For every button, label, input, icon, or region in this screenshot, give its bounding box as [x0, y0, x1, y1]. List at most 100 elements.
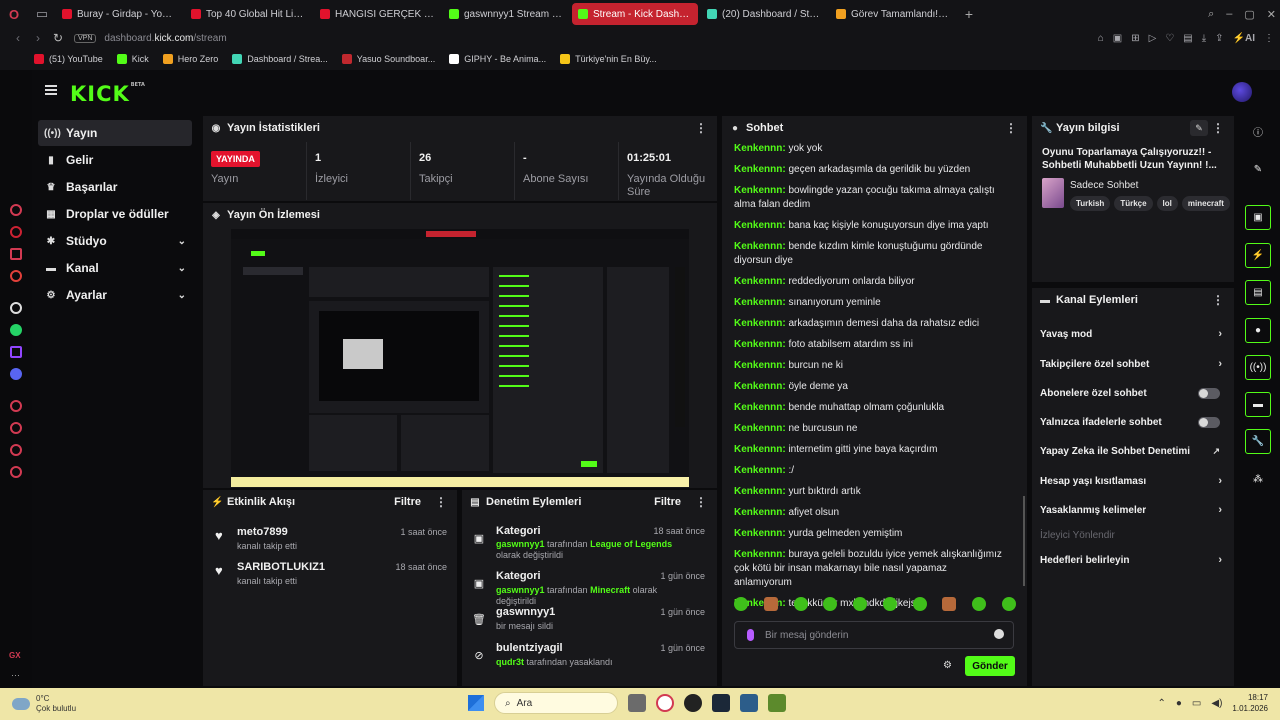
- subscribers-only-toggle[interactable]: [1198, 387, 1220, 399]
- more-options-icon[interactable]: ⋮: [1212, 293, 1224, 307]
- bookmark-item[interactable]: Türkiye'nin En Büy...: [560, 54, 657, 64]
- close-window-icon[interactable]: ✕: [1267, 8, 1276, 21]
- chat-username[interactable]: Kenkennn:: [734, 549, 786, 560]
- clip-icon[interactable]: ▣: [1245, 205, 1271, 230]
- chat-username[interactable]: Kenkennn:: [734, 381, 786, 392]
- user-avatar[interactable]: [1232, 82, 1252, 102]
- action-account-age[interactable]: Hesap yaşı kısıtlaması ›: [1040, 472, 1222, 490]
- network-icon[interactable]: ▭: [1192, 698, 1201, 709]
- share-icon[interactable]: ⇪: [1215, 33, 1223, 44]
- moderation-title[interactable]: gaswnnyy1: [496, 606, 555, 618]
- task-view-icon[interactable]: [628, 694, 646, 712]
- action-banned-words[interactable]: Yasaklanmış kelimeler ›: [1040, 501, 1222, 519]
- app-icon[interactable]: [740, 694, 758, 712]
- chat-scrollbar[interactable]: [1023, 496, 1025, 586]
- player-icon[interactable]: ▷: [1149, 33, 1157, 44]
- windows-start-icon[interactable]: [468, 695, 484, 711]
- chat-username[interactable]: Kenkennn:: [734, 465, 786, 476]
- wallet-icon[interactable]: ▤: [1183, 33, 1192, 44]
- clock[interactable]: 18:17 1.01.2026: [1232, 692, 1268, 714]
- forward-icon[interactable]: ›: [28, 31, 48, 45]
- sidebar-item-kanal[interactable]: ▬ Kanal ⌄: [38, 255, 192, 281]
- stream-preview-video[interactable]: [231, 229, 689, 487]
- moderation-user[interactable]: qudr3t: [496, 657, 524, 667]
- moderation-title[interactable]: bulentziyagil: [496, 642, 563, 654]
- chat-settings-icon[interactable]: ⚙: [943, 660, 952, 671]
- pin-icon[interactable]: ⌂: [1098, 33, 1104, 44]
- emotes-only-toggle[interactable]: [1198, 416, 1220, 428]
- pencil-icon[interactable]: ✎: [1245, 157, 1271, 182]
- steam-icon[interactable]: [712, 694, 730, 712]
- maximize-icon[interactable]: ▢: [1244, 8, 1254, 21]
- moderation-user[interactable]: gaswnnyy1: [496, 585, 545, 595]
- download-icon[interactable]: ⤓: [1202, 33, 1206, 44]
- browser-tab[interactable]: Stream - Kick Dashboard: [572, 3, 698, 25]
- sidebar-item-yayin[interactable]: ((•)) Yayın: [38, 120, 192, 146]
- player-rail-icon[interactable]: [10, 400, 22, 412]
- emote[interactable]: [1001, 597, 1016, 611]
- info-icon[interactable]: ⓘ: [1245, 119, 1271, 144]
- bookmark-item[interactable]: Kick: [116, 54, 149, 64]
- action-slow-mode[interactable]: Yavaş mod ›: [1040, 325, 1222, 343]
- opera-menu-icon[interactable]: O: [0, 0, 28, 28]
- emote[interactable]: [823, 597, 838, 611]
- emote[interactable]: [972, 597, 987, 611]
- emote[interactable]: [942, 597, 957, 611]
- chat-message-input[interactable]: [765, 622, 985, 648]
- more-options-icon[interactable]: ⋮: [435, 495, 447, 509]
- sidebar-item-ayarlar[interactable]: ⚙ Ayarlar ⌄: [38, 282, 192, 308]
- send-button[interactable]: Gönder: [965, 656, 1015, 676]
- chat-username[interactable]: Kenkennn:: [734, 339, 786, 350]
- chat-username[interactable]: Kenkennn:: [734, 164, 786, 175]
- gmail-icon[interactable]: [10, 248, 22, 260]
- search-tabs-icon[interactable]: ⌕: [1208, 8, 1214, 21]
- chat-username[interactable]: Kenkennn:: [734, 360, 786, 371]
- menu-icon[interactable]: [45, 85, 57, 95]
- chat-username[interactable]: Kenkennn:: [734, 185, 786, 196]
- more-options-icon[interactable]: ⋮: [695, 495, 707, 509]
- activity-user[interactable]: meto7899: [237, 526, 288, 538]
- chat-username[interactable]: Kenkennn:: [734, 143, 786, 154]
- list-icon[interactable]: ▤: [1245, 280, 1271, 305]
- twitch-icon[interactable]: [10, 346, 22, 358]
- more-options-icon[interactable]: ⋮: [1212, 121, 1224, 135]
- chatgpt-icon[interactable]: [10, 302, 22, 314]
- browser-tab[interactable]: Buray - Girdap - YouTube: [56, 3, 182, 25]
- kick-logo[interactable]: KICKBETA: [70, 82, 145, 106]
- taskbar-search[interactable]: ⌕ Ara: [494, 692, 618, 714]
- obs-icon[interactable]: [684, 694, 702, 712]
- new-tab-button[interactable]: +: [959, 6, 979, 22]
- more-menu-icon[interactable]: ⋮: [1264, 33, 1274, 44]
- broadcast-icon[interactable]: ((•)): [1245, 355, 1271, 380]
- chat-username[interactable]: Kenkennn:: [734, 423, 786, 434]
- clock-icon[interactable]: [10, 422, 22, 434]
- chat-username[interactable]: Kenkennn:: [734, 241, 786, 252]
- opera-gx-icon[interactable]: [656, 694, 674, 712]
- gx-icon[interactable]: GX: [9, 651, 21, 660]
- heart-icon[interactable]: ♡: [1165, 33, 1174, 44]
- filter-button[interactable]: Filtre: [654, 496, 681, 508]
- sidebar-item-droplar[interactable]: ▦ Droplar ve ödüller: [38, 201, 192, 227]
- emote[interactable]: [734, 597, 748, 611]
- minecraft-icon[interactable]: [768, 694, 786, 712]
- emoji-icon[interactable]: [994, 629, 1004, 639]
- action-goals[interactable]: Hedefleri belirleyin ›: [1040, 551, 1222, 569]
- sidebar-item-basarilar[interactable]: ♛ Başarılar: [38, 174, 192, 200]
- browser-tab[interactable]: HANGİSİ GERÇEK GURBE: [314, 3, 440, 25]
- bookmark-item[interactable]: (51) YouTube: [34, 54, 103, 64]
- chat-username[interactable]: Kenkennn:: [734, 528, 786, 539]
- ai-icon[interactable]: ⚡AI: [1233, 33, 1255, 44]
- microphone-icon[interactable]: [747, 629, 754, 641]
- extensions-icon[interactable]: ⊞: [1131, 33, 1139, 44]
- chat-username[interactable]: Kenkennn:: [734, 402, 786, 413]
- more-options-icon[interactable]: ⋮: [1005, 121, 1017, 135]
- chevron-up-icon[interactable]: ⌃: [1157, 698, 1165, 709]
- chat-username[interactable]: Kenkennn:: [734, 507, 786, 518]
- chat-username[interactable]: Kenkennn:: [734, 318, 786, 329]
- browser-tab[interactable]: gaswnnyy1 Stream - Watc: [443, 3, 569, 25]
- channel-icon[interactable]: ▬: [1245, 392, 1271, 417]
- action-followers-only[interactable]: Takipçilere özel sohbet ›: [1040, 355, 1222, 373]
- emote[interactable]: [763, 597, 778, 611]
- url-field[interactable]: dashboard.kick.com/stream: [104, 33, 226, 44]
- chat-username[interactable]: Kenkennn:: [734, 444, 786, 455]
